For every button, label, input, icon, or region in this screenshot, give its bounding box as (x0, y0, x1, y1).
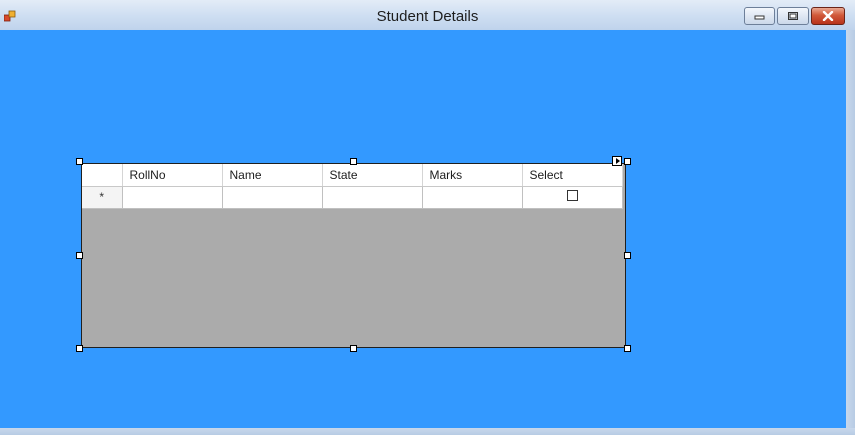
cell-name[interactable] (222, 186, 323, 209)
main-window: Student Details RollNo Name State Marks … (0, 0, 855, 435)
resize-handle-bottom[interactable] (350, 345, 357, 352)
new-row-marker[interactable]: * (82, 186, 123, 209)
window-right-border (846, 30, 855, 435)
resize-handle-bottom-left[interactable] (76, 345, 83, 352)
cell-state[interactable] (322, 186, 423, 209)
resize-handle-left[interactable] (76, 252, 83, 259)
grid-top-left-corner[interactable] (82, 164, 123, 187)
resize-handle-right[interactable] (624, 252, 631, 259)
column-header-rollno[interactable]: RollNo (122, 164, 223, 187)
grid-table: RollNo Name State Marks Select * (82, 164, 623, 209)
cell-select[interactable] (522, 186, 623, 209)
student-data-grid[interactable]: RollNo Name State Marks Select * (81, 163, 626, 348)
window-title: Student Details (376, 8, 479, 25)
select-checkbox[interactable] (566, 190, 578, 201)
maximize-icon (788, 12, 798, 20)
smart-tag-arrow-icon[interactable] (612, 156, 622, 166)
column-header-marks[interactable]: Marks (422, 164, 523, 187)
window-bottom-border (0, 428, 855, 435)
minimize-icon (754, 15, 764, 20)
resize-handle-top-right[interactable] (624, 158, 631, 165)
column-header-select[interactable]: Select (522, 164, 623, 187)
close-icon (822, 11, 834, 21)
resize-handle-bottom-right[interactable] (624, 345, 631, 352)
cell-marks[interactable] (422, 186, 523, 209)
title-bar[interactable]: Student Details (0, 0, 855, 30)
column-header-state[interactable]: State (322, 164, 423, 187)
maximize-button[interactable] (777, 7, 809, 25)
grid-header-row: RollNo Name State Marks Select (82, 164, 623, 187)
cell-rollno[interactable] (122, 186, 223, 209)
table-row: * (82, 186, 623, 209)
minimize-button[interactable] (744, 7, 775, 25)
resize-handle-top[interactable] (350, 158, 357, 165)
resize-handle-top-left[interactable] (76, 158, 83, 165)
column-header-name[interactable]: Name (222, 164, 323, 187)
close-button[interactable] (811, 7, 845, 25)
